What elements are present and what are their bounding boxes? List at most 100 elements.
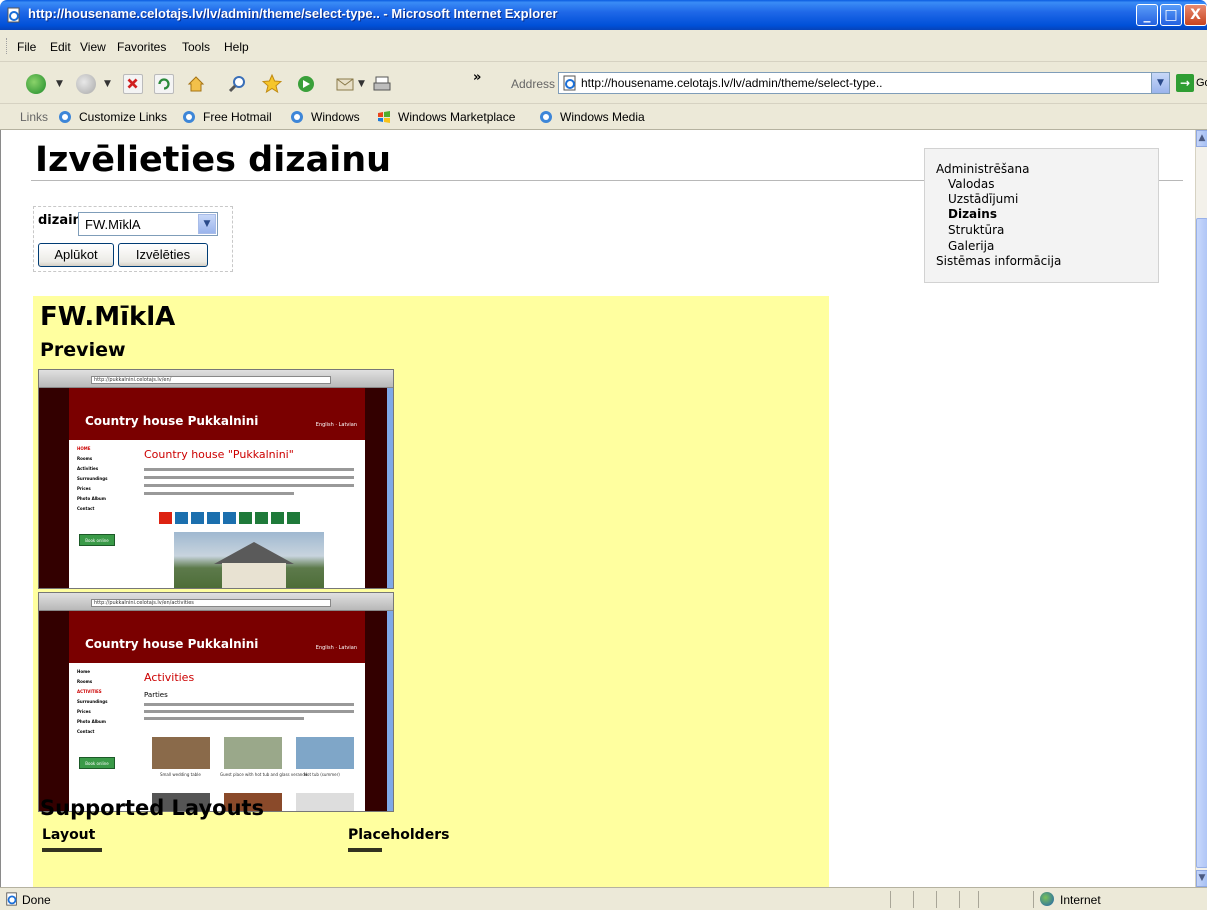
menu-tools[interactable]: Tools (182, 40, 210, 54)
page-title: Izvēlieties dizainu (35, 140, 392, 180)
admin-side-menu: Administrēšana Valodas Uzstādījumi Dizai… (924, 148, 1159, 283)
mail-icon[interactable] (335, 74, 355, 94)
supported-layouts-heading: Supported Layouts (40, 796, 265, 820)
maximize-button[interactable]: □ (1160, 4, 1182, 26)
preview-button[interactable]: Aplūkot (38, 243, 114, 267)
preview-site-title: Country house Pukkalnini (85, 414, 259, 428)
status-divider (959, 891, 960, 908)
preview-nav-item: Activities (77, 466, 99, 471)
preview-nav-item: Prices (77, 709, 91, 714)
preview-url: http://pukkalnini.celotajs.lv/en/activit… (91, 599, 331, 607)
menu-edit[interactable]: Edit (50, 40, 71, 54)
preview-nav-item: Rooms (77, 679, 93, 684)
chevron-down-icon[interactable]: ▼ (198, 214, 216, 234)
scroll-up-icon[interactable]: ▲ (1196, 130, 1207, 147)
menu-help[interactable]: Help (224, 40, 249, 54)
status-divider (890, 891, 891, 908)
mail-dropdown-icon[interactable]: ▼ (358, 79, 365, 89)
link-windows[interactable]: Windows (311, 110, 360, 124)
preview-text-line (144, 717, 304, 720)
preview-subheading: Parties (144, 691, 168, 699)
address-input[interactable]: http://housename.celotajs.lv/lv/admin/th… (558, 72, 1170, 94)
address-dropdown-icon[interactable]: ▼ (1151, 73, 1169, 93)
home-icon[interactable] (186, 74, 206, 94)
preview-nav-item: Prices (77, 486, 91, 491)
preview-caption: Small wedding table (160, 772, 201, 777)
table-row-cut (42, 848, 102, 852)
link-free-hotmail[interactable]: Free Hotmail (203, 110, 272, 124)
ie-link-icon (540, 111, 552, 123)
design-select[interactable]: FW.MīklA ▼ (78, 212, 218, 236)
layout-column-header: Layout (42, 827, 96, 843)
preview-nav-item: HOME (77, 446, 91, 451)
minimize-button[interactable]: _ (1136, 4, 1158, 26)
favorites-star-icon[interactable] (261, 73, 283, 94)
preview-heading-text: Activities (144, 671, 195, 684)
preview-house-photo (174, 532, 324, 588)
page-content: Izvēlieties dizainu dizains FW.MīklA ▼ A… (0, 130, 1195, 887)
links-label: Links (20, 110, 49, 124)
preview-photo (296, 793, 354, 811)
media-icon[interactable] (296, 74, 316, 94)
preview-nav-item: Home (77, 669, 90, 674)
preview-nav-item: Surroundings (77, 699, 108, 704)
page-done-icon (6, 892, 17, 906)
preview-text-line (144, 703, 354, 706)
back-dropdown-icon[interactable]: ▼ (56, 79, 63, 89)
menu-view[interactable]: View (80, 40, 106, 54)
amenity-icon (287, 512, 300, 524)
preview-nav-item: Rooms (77, 456, 93, 461)
forward-icon[interactable] (76, 74, 96, 94)
preview-lang: English · Latvian (315, 422, 357, 428)
security-zone: Internet (1060, 893, 1101, 907)
side-menu-languages[interactable]: Valodas (948, 177, 995, 192)
choose-button[interactable]: Izvēlēties (118, 243, 208, 267)
menu-grip[interactable] (6, 38, 8, 54)
design-form: dizains FW.MīklA ▼ Aplūkot Izvēlēties (33, 206, 233, 272)
preview-text-line (144, 468, 354, 471)
scrollbar-thumb[interactable] (1196, 218, 1207, 868)
side-menu-administration[interactable]: Administrēšana (936, 162, 1029, 177)
go-arrow-icon[interactable]: → (1176, 74, 1194, 92)
window-title-bar[interactable]: http://housename.celotajs.lv/lv/admin/th… (0, 0, 1207, 30)
menu-file[interactable]: File (17, 40, 36, 54)
vertical-scrollbar[interactable]: ▲ ▼ (1195, 130, 1207, 887)
preview-content: HOME Rooms Activities Surroundings Price… (69, 440, 365, 588)
preview-text-line (144, 492, 294, 495)
back-icon[interactable] (26, 74, 46, 94)
preview-banner: Country house Pukkalnini English · Latvi… (69, 611, 365, 663)
status-bar: Done Internet (0, 887, 1207, 910)
print-icon[interactable] (372, 74, 392, 94)
forward-dropdown-icon[interactable]: ▼ (104, 79, 111, 89)
search-icon[interactable] (228, 74, 248, 94)
preview-caption: Guest place with hot tub and glass veran… (220, 772, 308, 777)
go-button[interactable]: Go (1196, 77, 1207, 89)
menu-favorites[interactable]: Favorites (117, 40, 166, 54)
side-menu-gallery[interactable]: Galerija (948, 239, 994, 254)
status-text: Done (22, 893, 51, 907)
amenity-icon (223, 512, 236, 524)
link-windows-marketplace[interactable]: Windows Marketplace (398, 110, 515, 124)
toolbar-overflow-chevron[interactable]: » (473, 70, 481, 85)
house-wall (222, 563, 286, 588)
side-menu-system-info[interactable]: Sistēmas informācija (936, 254, 1061, 269)
side-menu-settings[interactable]: Uzstādījumi (948, 192, 1018, 207)
preview-screenshot-activities: http://pukkalnini.celotajs.lv/en/activit… (38, 592, 394, 812)
link-customize-links[interactable]: Customize Links (79, 110, 167, 124)
link-windows-media[interactable]: Windows Media (560, 110, 645, 124)
amenity-icon (191, 512, 204, 524)
page-icon (563, 75, 576, 91)
address-url[interactable]: http://housename.celotajs.lv/lv/admin/th… (581, 76, 882, 90)
preview-book-badge: Book online (79, 757, 115, 769)
preview-photo (224, 737, 282, 769)
address-label: Address (511, 77, 556, 91)
side-menu-structure[interactable]: Struktūra (948, 223, 1004, 238)
amenity-icon (207, 512, 220, 524)
scroll-down-icon[interactable]: ▼ (1196, 870, 1207, 887)
close-button[interactable]: X (1184, 4, 1207, 26)
side-menu-design[interactable]: Dizains (948, 207, 997, 222)
refresh-icon[interactable] (154, 74, 174, 94)
stop-icon[interactable] (123, 74, 143, 94)
house-roof (214, 542, 294, 564)
preview-scrollbar (387, 388, 393, 588)
